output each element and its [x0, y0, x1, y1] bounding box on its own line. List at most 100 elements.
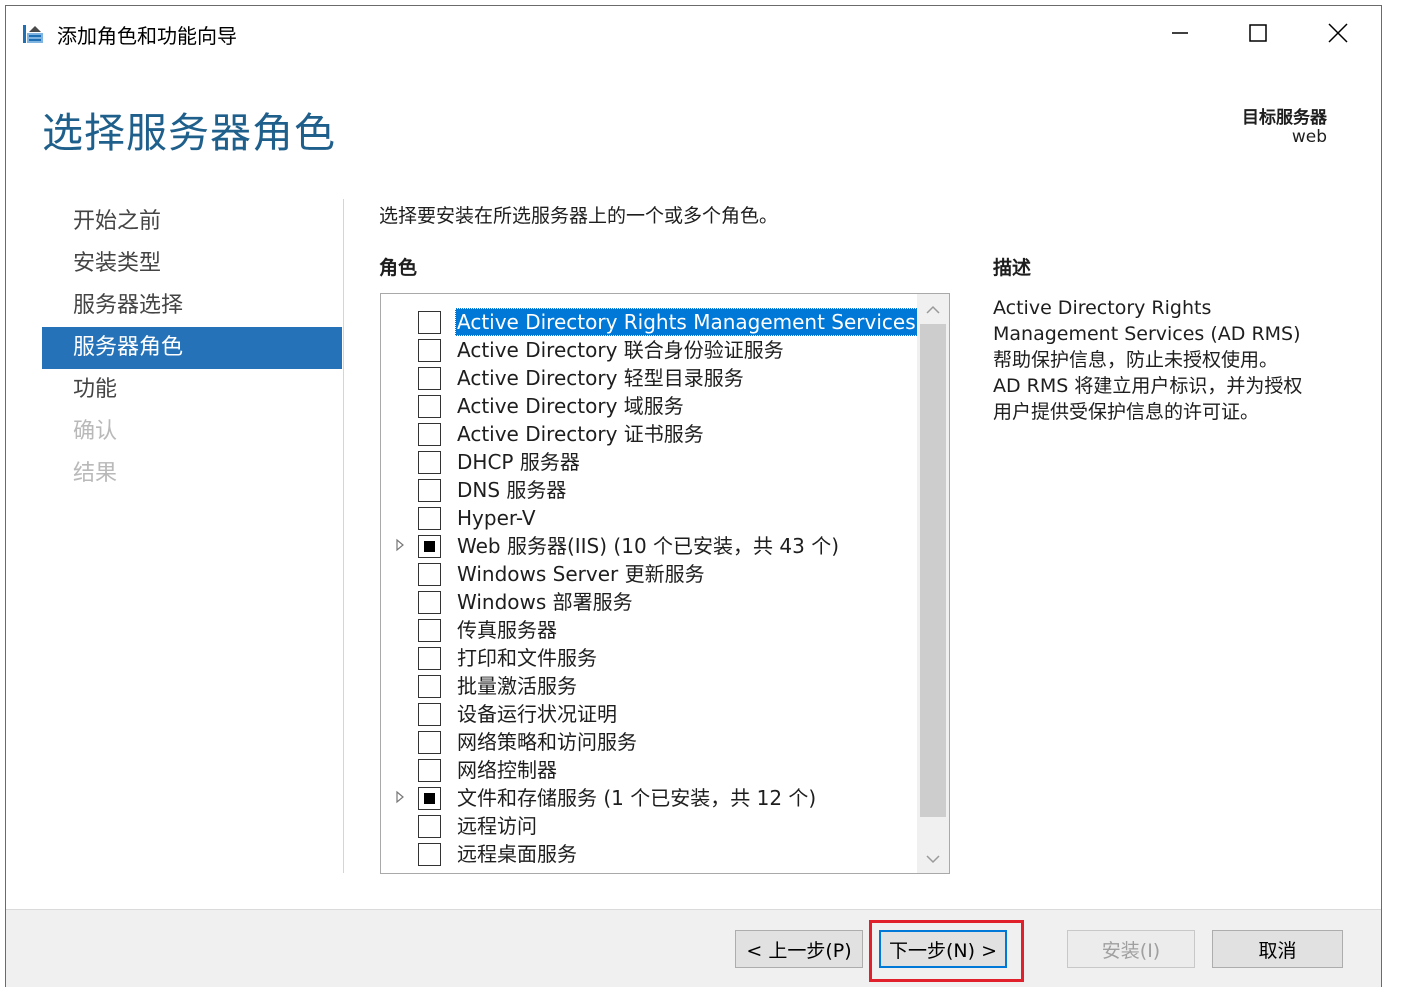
role-label[interactable]: Active Directory 域服务: [455, 392, 686, 420]
role-label[interactable]: Active Directory 轻型目录服务: [455, 364, 746, 392]
role-label[interactable]: 设备运行状况证明: [455, 700, 619, 728]
role-checkbox[interactable]: [418, 507, 441, 530]
expand-arrow-icon[interactable]: [395, 790, 407, 806]
role-checkbox[interactable]: [418, 311, 441, 334]
cancel-button[interactable]: 取消: [1212, 930, 1343, 968]
role-label[interactable]: Active Directory Rights Management Servi…: [455, 308, 918, 336]
close-icon: [1328, 23, 1348, 47]
role-row[interactable]: 传真服务器: [381, 616, 911, 644]
role-label[interactable]: 文件和存储服务 (1 个已安装，共 12 个): [455, 784, 818, 812]
role-row[interactable]: Active Directory Rights Management Servi…: [381, 308, 918, 336]
role-row[interactable]: 远程桌面服务: [381, 840, 911, 868]
previous-button[interactable]: < 上一步(P): [735, 930, 863, 968]
role-checkbox[interactable]: [418, 675, 441, 698]
nav-item-results: 结果: [73, 461, 118, 486]
scroll-thumb[interactable]: [920, 324, 946, 817]
next-button-highlight-box: [869, 920, 1024, 982]
minimize-button[interactable]: [1150, 15, 1210, 55]
window-title: 添加角色和功能向导: [57, 24, 237, 48]
description-line: Management Services (AD RMS): [993, 323, 1301, 345]
role-label[interactable]: Windows 部署服务: [455, 588, 635, 616]
close-button[interactable]: [1308, 15, 1368, 55]
role-label[interactable]: 传真服务器: [455, 616, 559, 644]
role-label[interactable]: Active Directory 证书服务: [455, 420, 706, 448]
chevron-down-icon: [926, 849, 940, 868]
instruction-text: 选择要安装在所选服务器上的一个或多个角色。: [379, 205, 779, 227]
role-checkbox[interactable]: [418, 815, 441, 838]
description-line: 帮助保护信息，防止未授权使用。: [993, 349, 1279, 371]
wizard-window: 添加角色和功能向导 选择服务器角色 目标服务器 web 开始之前 安装类型 服务…: [5, 5, 1382, 987]
wizard-footer: < 上一步(P) 下一步(N) > 安装(I) 取消: [6, 909, 1381, 987]
role-label[interactable]: 网络策略和访问服务: [455, 728, 639, 756]
role-checkbox[interactable]: [418, 647, 441, 670]
description-line: AD RMS 将建立用户标识，并为授权: [993, 375, 1303, 397]
role-row[interactable]: 远程访问: [381, 812, 911, 840]
role-row[interactable]: Hyper-V: [381, 504, 911, 532]
roles-heading: 角色: [379, 257, 418, 279]
role-label[interactable]: Web 服务器(IIS) (10 个已安装，共 43 个): [455, 532, 841, 560]
role-row[interactable]: Active Directory 联合身份验证服务: [381, 336, 911, 364]
maximize-button[interactable]: [1228, 15, 1288, 55]
nav-item-before-you-begin[interactable]: 开始之前: [42, 201, 342, 243]
nav-item-server-selection[interactable]: 服务器选择: [42, 285, 342, 327]
roles-scrollbar[interactable]: [917, 294, 949, 873]
minimize-icon: [1171, 24, 1189, 46]
role-row[interactable]: Windows 部署服务: [381, 588, 911, 616]
role-checkbox[interactable]: [418, 339, 441, 362]
role-checkbox[interactable]: [418, 787, 441, 810]
role-label[interactable]: 网络控制器: [455, 756, 559, 784]
roles-tree-list[interactable]: Active Directory Rights Management Servi…: [380, 293, 950, 874]
role-checkbox[interactable]: [418, 367, 441, 390]
chevron-up-icon: [926, 300, 940, 319]
expand-arrow-icon[interactable]: [395, 538, 407, 554]
scroll-up-button[interactable]: [917, 294, 949, 324]
role-row[interactable]: Active Directory 域服务: [381, 392, 911, 420]
role-row[interactable]: Active Directory 轻型目录服务: [381, 364, 911, 392]
role-row[interactable]: 设备运行状况证明: [381, 700, 911, 728]
title-bar[interactable]: 添加角色和功能向导: [6, 6, 1381, 62]
role-checkbox[interactable]: [418, 451, 441, 474]
scroll-down-button[interactable]: [917, 843, 949, 873]
role-checkbox[interactable]: [418, 563, 441, 586]
role-label[interactable]: DNS 服务器: [455, 476, 568, 504]
role-label[interactable]: 远程桌面服务: [455, 840, 579, 868]
role-label[interactable]: DHCP 服务器: [455, 448, 582, 476]
role-label[interactable]: Hyper-V: [455, 504, 538, 532]
role-label[interactable]: Windows Server 更新服务: [455, 560, 707, 588]
role-checkbox[interactable]: [418, 535, 441, 558]
maximize-icon: [1249, 24, 1267, 46]
role-checkbox[interactable]: [418, 703, 441, 726]
role-label[interactable]: 批量激活服务: [455, 672, 579, 700]
nav-item-features[interactable]: 功能: [42, 369, 342, 411]
page-title: 选择服务器角色: [42, 109, 336, 157]
role-row[interactable]: Windows Server 更新服务: [381, 560, 911, 588]
role-label[interactable]: Active Directory 联合身份验证服务: [455, 336, 786, 364]
role-checkbox[interactable]: [418, 619, 441, 642]
role-label[interactable]: 打印和文件服务: [455, 644, 599, 672]
role-row[interactable]: 文件和存储服务 (1 个已安装，共 12 个): [381, 784, 911, 812]
description-line: Active Directory Rights: [993, 297, 1212, 319]
role-row[interactable]: 网络控制器: [381, 756, 911, 784]
role-row[interactable]: Web 服务器(IIS) (10 个已安装，共 43 个): [381, 532, 911, 560]
role-checkbox[interactable]: [418, 731, 441, 754]
role-checkbox[interactable]: [418, 759, 441, 782]
role-checkbox[interactable]: [418, 395, 441, 418]
role-checkbox[interactable]: [418, 479, 441, 502]
role-checkbox[interactable]: [418, 423, 441, 446]
nav-item-server-roles[interactable]: 服务器角色: [42, 327, 342, 369]
role-row[interactable]: DNS 服务器: [381, 476, 911, 504]
nav-divider: [343, 199, 344, 873]
target-server-label: 目标服务器: [1242, 108, 1327, 128]
wizard-nav: 开始之前 安装类型 服务器选择 服务器角色 功能 确认 结果: [42, 201, 342, 495]
role-row[interactable]: Active Directory 证书服务: [381, 420, 911, 448]
nav-item-installation-type[interactable]: 安装类型: [42, 243, 342, 285]
role-row[interactable]: 网络策略和访问服务: [381, 728, 911, 756]
role-checkbox[interactable]: [418, 843, 441, 866]
role-row[interactable]: 批量激活服务: [381, 672, 911, 700]
role-description: Active Directory Rights Management Servi…: [993, 295, 1353, 425]
role-row[interactable]: 打印和文件服务: [381, 644, 911, 672]
role-row[interactable]: DHCP 服务器: [381, 448, 911, 476]
role-label[interactable]: 远程访问: [455, 812, 539, 840]
role-checkbox[interactable]: [418, 591, 441, 614]
nav-item-confirmation: 确认: [73, 419, 118, 444]
